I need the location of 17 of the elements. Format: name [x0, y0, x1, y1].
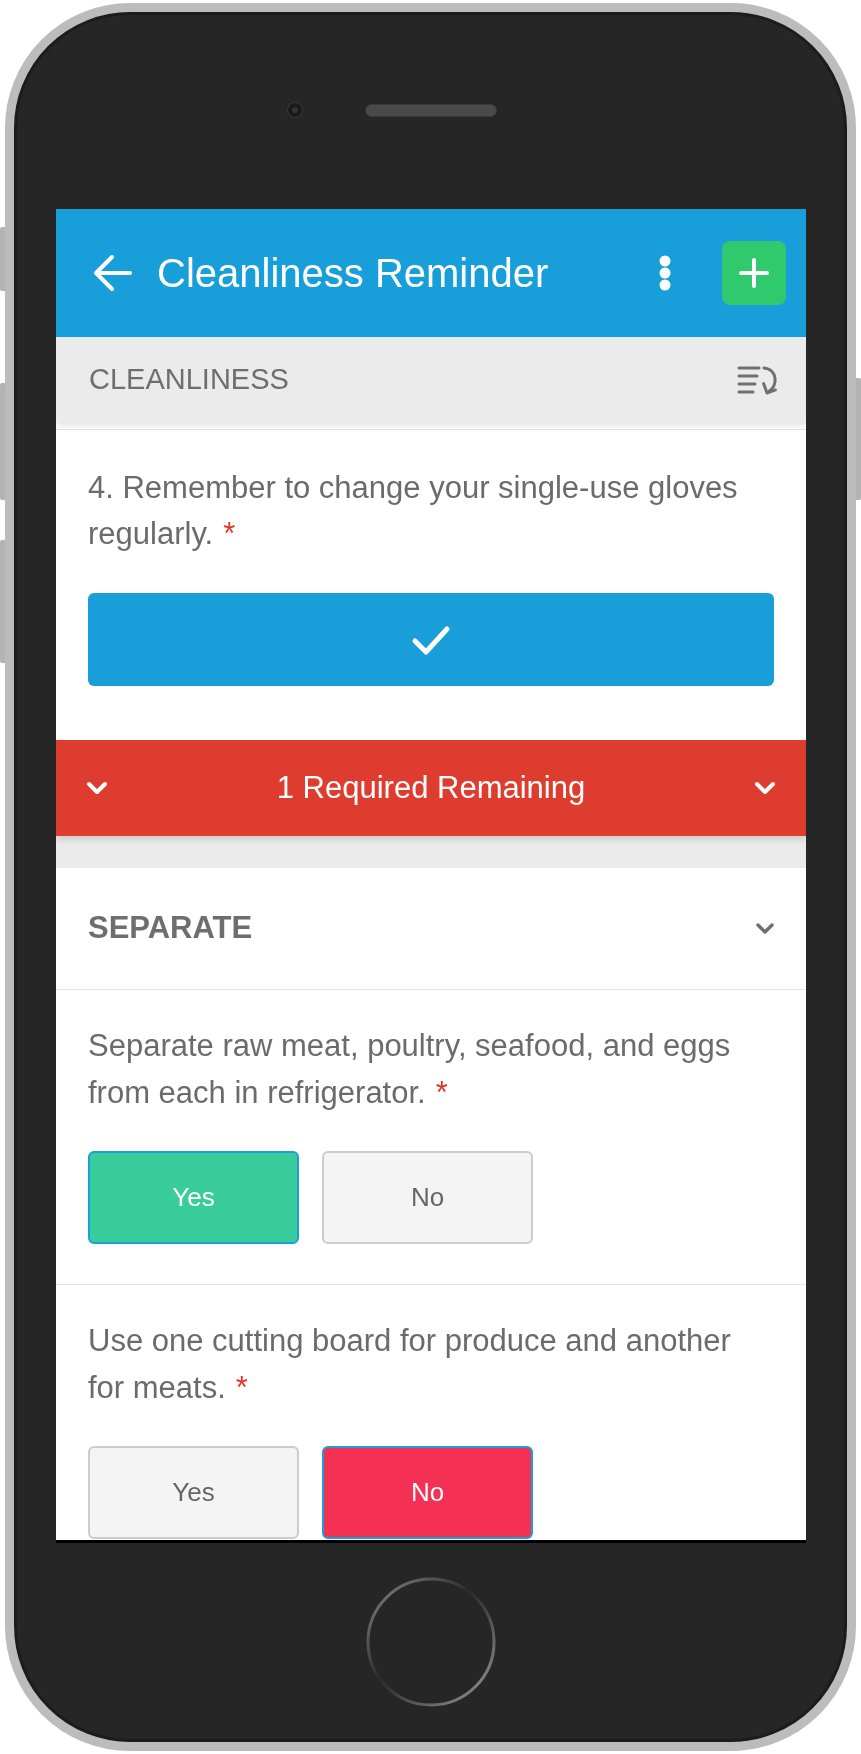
answer-option[interactable]: Yes [88, 1446, 299, 1539]
more-vertical-icon[interactable] [659, 255, 671, 291]
screen-title: Cleanliness Reminder [157, 253, 549, 293]
back-arrow-icon[interactable] [92, 254, 132, 292]
answer-option[interactable]: No [322, 1151, 533, 1244]
check-button[interactable] [88, 593, 774, 686]
question-text: 4. Remember to change your single-use gloves regularly. * [88, 469, 739, 553]
question-text: Separate raw meat, poultry, seafood, and eggs from each in refrigerator. * [88, 1027, 732, 1112]
plus-icon [739, 258, 769, 288]
answer-option[interactable]: No [322, 1446, 533, 1539]
add-button[interactable] [722, 241, 786, 305]
question-text: Use one cutting board for produce and another for meats. * [88, 1322, 732, 1407]
speaker-grille-icon [365, 103, 497, 117]
section-title: CLEANLINESS [89, 361, 289, 397]
chevron-down-icon[interactable] [755, 922, 775, 935]
camera-lens-icon [287, 102, 303, 118]
section-header[interactable]: SEPARATE [56, 868, 806, 989]
